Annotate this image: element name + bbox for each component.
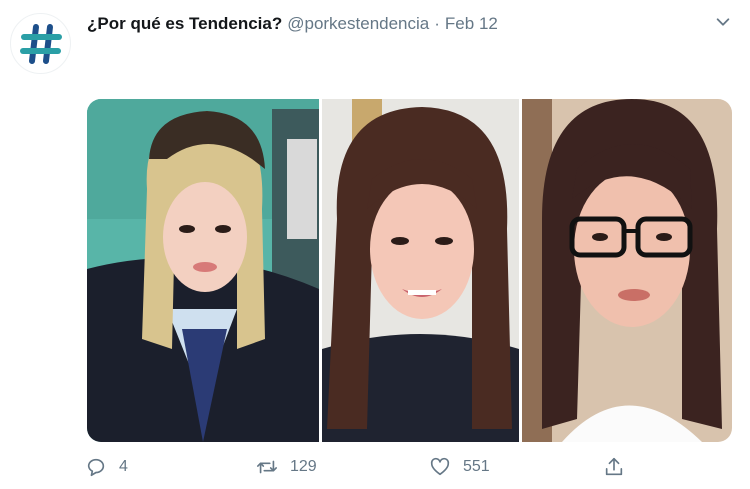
avatar[interactable] <box>10 13 71 74</box>
timestamp[interactable]: Feb 12 <box>445 14 498 34</box>
photo-brunette-smiling[interactable] <box>322 99 519 442</box>
reply-count: 4 <box>119 458 128 475</box>
tweet[interactable]: ¿Por qué es Tendencia? @porkestendencia … <box>0 0 750 489</box>
heart-icon <box>430 457 450 476</box>
photo-blonde-bob-uniform[interactable] <box>87 99 319 442</box>
share-button[interactable] <box>603 452 625 482</box>
hashtag-icon <box>19 23 62 64</box>
share-icon <box>605 457 623 476</box>
separator-dot: · <box>434 14 440 33</box>
like-button[interactable]: 551 <box>429 452 490 482</box>
tweet-actions: 4 129 551 <box>85 452 645 482</box>
user-handle[interactable]: @porkestendencia <box>287 14 429 34</box>
retweet-count: 129 <box>290 458 317 475</box>
photo-glasses-long-hair[interactable] <box>522 99 732 442</box>
reply-icon <box>87 458 105 477</box>
media-grid <box>87 99 732 442</box>
retweet-icon <box>257 460 277 474</box>
display-name[interactable]: ¿Por qué es Tendencia? <box>87 14 282 34</box>
retweet-button[interactable]: 129 <box>256 452 317 482</box>
chevron-down-icon <box>716 18 730 26</box>
tweet-header: ¿Por qué es Tendencia? @porkestendencia … <box>87 12 498 36</box>
more-options-button[interactable] <box>712 12 734 32</box>
like-count: 551 <box>463 458 490 475</box>
reply-button[interactable]: 4 <box>85 452 128 482</box>
